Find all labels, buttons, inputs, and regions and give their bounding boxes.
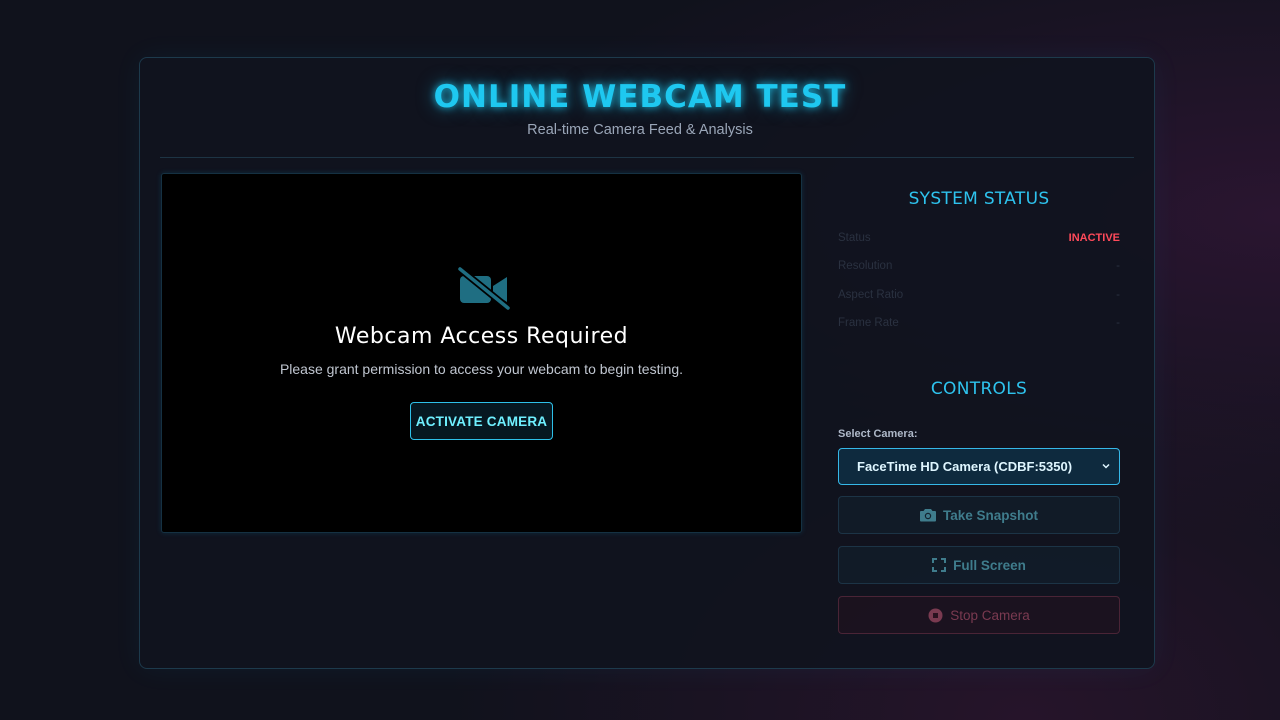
controls-title: CONTROLS — [930, 379, 1028, 399]
take-snapshot-button[interactable]: Take Snapshot — [838, 496, 1120, 534]
webcam-access-message: Please grant permission to access your w… — [279, 361, 684, 377]
camera-select[interactable]: FaceTime HD Camera (CDBF:5350) — [838, 448, 1120, 485]
video-feed-area: Webcam Access Required Please grant perm… — [161, 173, 802, 533]
header-divider — [160, 157, 1134, 158]
resolution-label: Resolution — [838, 260, 893, 272]
chevron-down-icon — [1102, 463, 1110, 469]
status-label: Status — [838, 232, 871, 244]
activate-camera-button[interactable]: ACTIVATE CAMERA — [410, 402, 553, 440]
aspect-ratio-value: - — [1116, 289, 1120, 301]
frame-rate-label: Frame Rate — [838, 317, 899, 329]
select-camera-label: Select Camera: — [838, 428, 918, 440]
status-row-aspect-ratio: Aspect Ratio - — [838, 289, 1120, 305]
stop-circle-icon — [928, 608, 943, 622]
system-status-title: SYSTEM STATUS — [908, 189, 1050, 209]
resolution-value: - — [1116, 260, 1120, 272]
video-off-icon — [457, 266, 511, 310]
frame-rate-value: - — [1116, 317, 1120, 329]
take-snapshot-label: Take Snapshot — [942, 507, 1039, 523]
expand-icon — [932, 558, 947, 572]
webcam-access-heading: Webcam Access Required — [334, 324, 629, 349]
page-title: ONLINE WEBCAM TEST — [433, 79, 847, 115]
page-subtitle: Real-time Camera Feed & Analysis — [527, 122, 753, 138]
stop-camera-button[interactable]: Stop Camera — [838, 596, 1120, 634]
stop-camera-label: Stop Camera — [950, 607, 1030, 623]
status-row-resolution: Resolution - — [838, 260, 1120, 276]
camera-icon — [919, 509, 936, 522]
status-value: INACTIVE — [1068, 232, 1120, 244]
full-screen-button[interactable]: Full Screen — [838, 546, 1120, 584]
status-row-frame-rate: Frame Rate - — [838, 317, 1120, 333]
status-row-status: Status INACTIVE — [838, 232, 1120, 248]
aspect-ratio-label: Aspect Ratio — [838, 289, 904, 301]
selected-camera-value: FaceTime HD Camera (CDBF:5350) — [857, 459, 1073, 474]
full-screen-label: Full Screen — [953, 557, 1026, 573]
